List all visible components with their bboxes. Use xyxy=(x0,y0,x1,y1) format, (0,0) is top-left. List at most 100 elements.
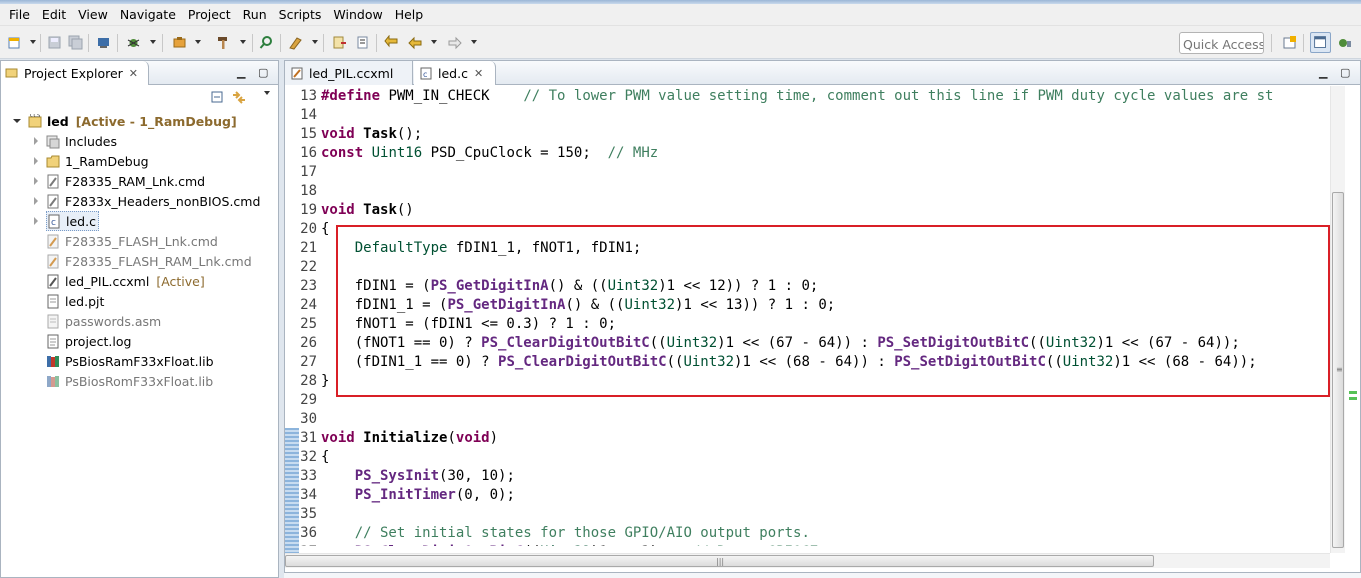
line-number: 21 xyxy=(300,240,317,256)
view-menu-icon[interactable] xyxy=(264,91,270,95)
menu-run[interactable]: Run xyxy=(237,7,273,22)
tree-item[interactable]: 1_RamDebug xyxy=(46,151,149,171)
forward-icon[interactable] xyxy=(447,35,462,50)
tree-item[interactable]: project.log xyxy=(46,331,131,351)
tree-item[interactable]: F28335_FLASH_Lnk.cmd xyxy=(46,231,218,251)
line-number: 27 xyxy=(300,354,317,370)
chevron-down-icon[interactable] xyxy=(150,40,156,44)
ccs-debug-perspective-icon[interactable] xyxy=(1337,35,1352,50)
menu-help[interactable]: Help xyxy=(389,7,430,22)
overview-mark[interactable] xyxy=(1349,391,1357,394)
code-token: (30, 10); xyxy=(439,468,515,484)
task-icon[interactable] xyxy=(355,35,370,50)
bottom-panel-edge xyxy=(284,572,1361,578)
back-icon[interactable] xyxy=(408,35,423,50)
menu-file[interactable]: File xyxy=(3,7,36,22)
c-file-icon: c xyxy=(420,67,432,79)
expand-arrow-icon[interactable] xyxy=(13,119,21,123)
menu-view[interactable]: View xyxy=(72,7,114,22)
collapse-all-icon[interactable] xyxy=(210,90,225,105)
code-text: // Set initial states for those GPIO/AIO… xyxy=(321,524,810,543)
code-token: PS_InitTimer xyxy=(354,487,456,503)
menu-project[interactable]: Project xyxy=(182,7,237,22)
tree-item-label: PsBiosRamF33xFloat.lib xyxy=(65,353,214,369)
chevron-down-icon[interactable] xyxy=(195,40,201,44)
link-with-editor-icon[interactable] xyxy=(231,90,247,105)
tree-item[interactable]: c led.c xyxy=(46,211,99,231)
run-icon[interactable] xyxy=(288,35,303,50)
maximize-icon[interactable]: ▢ xyxy=(1340,66,1350,79)
menu-bar: File Edit View Navigate Project Run Scripts Win… xyxy=(0,4,1361,26)
tree-item-decoration: [Active - 1_RamDebug] xyxy=(75,113,237,129)
ccs-edit-perspective-icon[interactable] xyxy=(1310,32,1331,53)
chevron-down-icon[interactable] xyxy=(431,40,437,44)
menu-window[interactable]: Window xyxy=(327,7,388,22)
annotation-icon[interactable] xyxy=(332,35,347,50)
tab-led-c[interactable]: c led.c ✕ xyxy=(414,61,496,85)
menu-edit[interactable]: Edit xyxy=(36,7,72,22)
collapse-arrow-icon[interactable] xyxy=(34,137,38,145)
chevron-down-icon[interactable] xyxy=(471,40,477,44)
menu-navigate[interactable]: Navigate xyxy=(114,7,182,22)
overview-mark[interactable] xyxy=(1349,397,1357,400)
tree-item[interactable]: PsBiosRomF33xFloat.lib xyxy=(46,371,213,391)
svg-text:CCS: CCS xyxy=(30,114,40,119)
debug-icon[interactable] xyxy=(126,35,141,50)
code-text: } xyxy=(321,372,329,391)
tree-item[interactable]: passwords.asm xyxy=(46,311,161,331)
tree-item[interactable]: PsBiosRamF33xFloat.lib xyxy=(46,351,214,371)
code-token: ( xyxy=(447,430,456,446)
chevron-down-icon[interactable] xyxy=(312,40,318,44)
chevron-down-icon[interactable] xyxy=(30,40,36,44)
quick-access-input[interactable] xyxy=(1179,32,1264,54)
tree-item[interactable]: led_PIL.ccxml [Active] xyxy=(46,271,205,291)
vertical-scroll-thumb[interactable]: ≡ xyxy=(1332,192,1344,548)
tree-item[interactable]: F28335_FLASH_RAM_Lnk.cmd xyxy=(46,251,252,271)
vertical-scrollbar[interactable]: ≡ xyxy=(1330,86,1345,553)
horizontal-scrollbar[interactable]: ||| xyxy=(285,553,1330,568)
save-all-icon[interactable] xyxy=(68,35,83,50)
new-icon[interactable] xyxy=(7,35,22,50)
build-icon[interactable] xyxy=(172,35,187,50)
chevron-down-icon[interactable] xyxy=(240,40,246,44)
close-icon[interactable]: ✕ xyxy=(474,67,483,80)
tree-item[interactable]: F28335_RAM_Lnk.cmd xyxy=(46,171,205,191)
tree-item-label: 1_RamDebug xyxy=(65,153,149,169)
open-perspective-icon[interactable] xyxy=(1282,35,1297,50)
tab-project-explorer[interactable]: Project Explorer ✕ xyxy=(1,61,149,85)
collapse-arrow-icon[interactable] xyxy=(34,197,38,205)
code-token: (0, 0); xyxy=(455,487,515,503)
tree-item[interactable]: Includes xyxy=(46,131,117,151)
save-icon[interactable] xyxy=(47,35,62,50)
minimize-icon[interactable]: ▁ xyxy=(1319,66,1327,79)
change-ruler-mark xyxy=(285,428,299,553)
code-text: { xyxy=(321,448,329,467)
search-icon[interactable] xyxy=(259,35,274,50)
asm-file-icon xyxy=(47,314,59,328)
tab-label: Project Explorer xyxy=(24,65,123,81)
tab-led-pil-ccxml[interactable]: led_PIL.ccxml xyxy=(285,61,413,85)
line-number: 25 xyxy=(300,316,317,332)
close-icon[interactable]: ✕ xyxy=(129,67,138,80)
menu-scripts[interactable]: Scripts xyxy=(273,7,328,22)
tree-item[interactable]: led.pjt xyxy=(46,291,104,311)
tree-item[interactable]: F2833x_Headers_nonBIOS.cmd xyxy=(46,191,260,211)
collapse-arrow-icon[interactable] xyxy=(34,217,38,225)
maximize-icon[interactable]: ▢ xyxy=(258,66,268,79)
editor-panel: led_PIL.ccxml c led.c ✕ ▁ ▢ 13 #define PW… xyxy=(284,60,1361,578)
last-edit-icon[interactable] xyxy=(384,35,399,50)
line-number: 28 xyxy=(300,373,317,389)
collapse-arrow-icon[interactable] xyxy=(34,157,38,165)
code-token: } xyxy=(321,373,330,389)
horizontal-scroll-thumb[interactable]: ||| xyxy=(285,555,1154,567)
tree-item-label: led_PIL.ccxml xyxy=(65,273,150,289)
hammer-icon[interactable] xyxy=(216,35,231,50)
collapse-arrow-icon[interactable] xyxy=(34,177,38,185)
tree-item-label: led.c xyxy=(66,213,96,229)
minimize-icon[interactable]: ▁ xyxy=(237,66,245,79)
tree-item-label: F28335_FLASH_Lnk.cmd xyxy=(65,233,218,249)
print-icon[interactable] xyxy=(96,35,111,50)
tree-item[interactable]: CCS led [Active - 1_RamDebug] xyxy=(28,111,237,131)
